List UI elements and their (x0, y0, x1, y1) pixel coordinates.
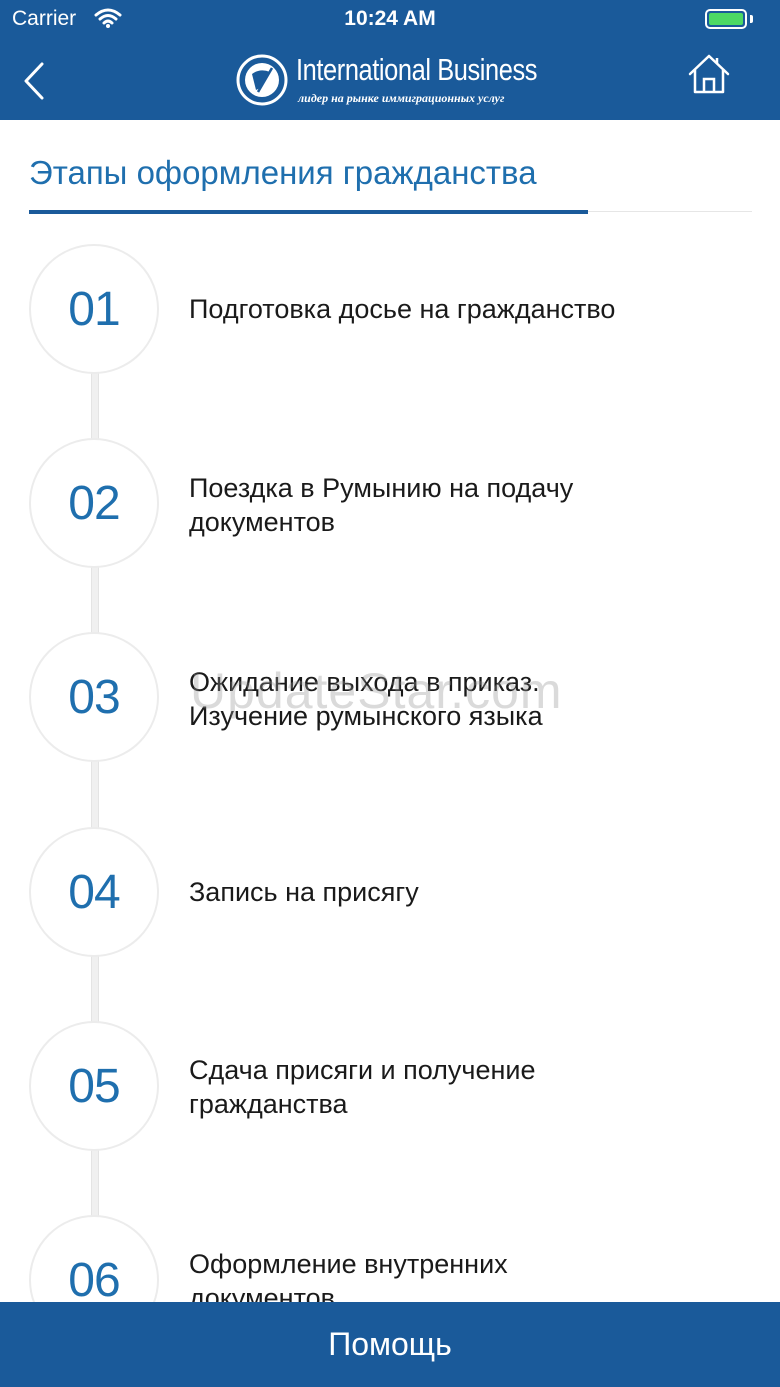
step-label: Запись на присягу (189, 877, 419, 907)
logo-tagline: лидер на рынке иммиграционных услуг (298, 91, 505, 105)
title-underline (29, 210, 588, 214)
status-bar: Carrier 10:24 AM (0, 0, 780, 40)
step-label: Подготовка досье на гражданство (189, 294, 616, 324)
step-number: 02 (68, 477, 120, 530)
step-number: 04 (68, 866, 120, 919)
status-time: 10:24 AM (344, 7, 436, 30)
step-number: 01 (68, 283, 120, 336)
watermark: UpdateStar.com (190, 663, 563, 719)
logo-globe-icon (236, 54, 288, 106)
title-divider (588, 211, 752, 212)
step-label: Сдача присяги и получение гражданства (189, 1055, 536, 1119)
step-label: Поездка в Румынию на подачу документов (189, 473, 574, 537)
battery-icon (705, 9, 747, 29)
home-icon[interactable] (686, 52, 732, 98)
step-number: 06 (68, 1254, 120, 1307)
step-item[interactable]: 01 Подготовка досье на гражданство (0, 244, 780, 376)
step-item[interactable]: 05 Сдача присяги и получение гражданства (0, 1021, 780, 1153)
step-number: 05 (68, 1060, 120, 1113)
step-number: 03 (68, 671, 120, 724)
step-item[interactable]: 02 Поездка в Румынию на подачу документо… (0, 438, 780, 570)
step-item[interactable]: 04 Запись на присягу (0, 827, 780, 959)
page-title: Этапы оформления гражданства (29, 154, 537, 191)
chevron-left-icon[interactable] (14, 56, 54, 106)
help-button[interactable]: Помощь (0, 1302, 780, 1387)
logo-title: International Business (296, 52, 538, 87)
battery-tip (750, 15, 753, 23)
app-header: Carrier 10:24 AM International Business … (0, 0, 780, 120)
